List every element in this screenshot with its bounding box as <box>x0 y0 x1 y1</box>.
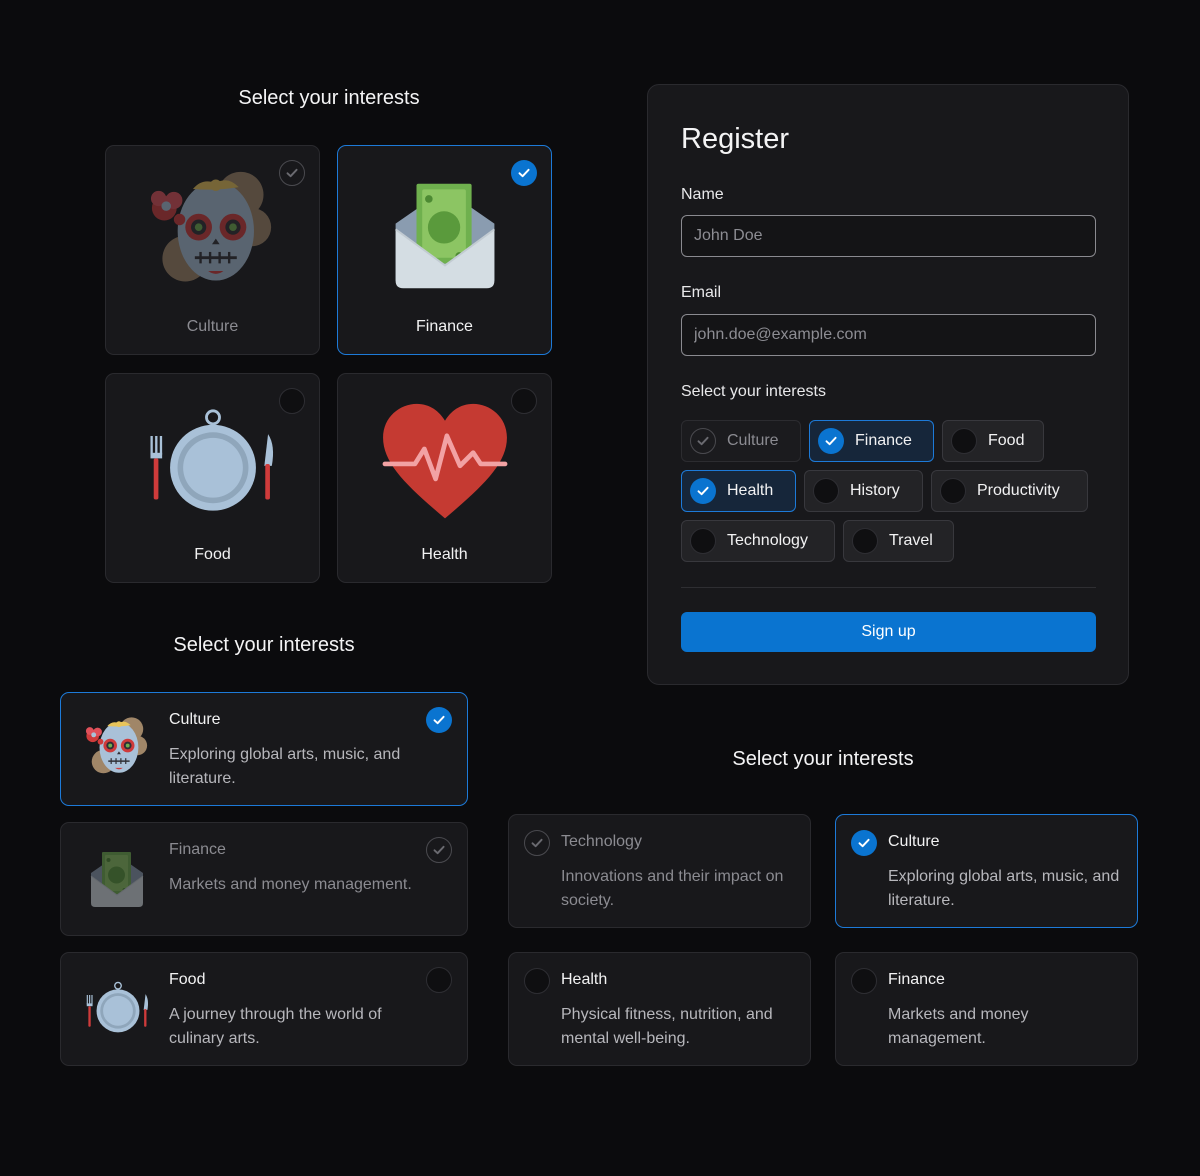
register-title: Register <box>681 123 789 155</box>
finance-check-icon <box>426 837 452 863</box>
chip-label: Finance <box>855 432 912 449</box>
card-title: Culture <box>888 833 940 850</box>
chip-label: Culture <box>727 432 779 449</box>
chip-food[interactable]: Food <box>942 420 1044 462</box>
chip-history[interactable]: History <box>804 470 923 512</box>
money-envelope-icon <box>338 178 551 292</box>
tile-label: Health <box>421 546 468 563</box>
card-title: Finance <box>888 971 945 988</box>
chip-label: Productivity <box>977 482 1060 499</box>
card-finance[interactable]: Finance Markets and money management. <box>835 952 1138 1066</box>
chip-technology[interactable]: Technology <box>681 520 835 562</box>
email-label: Email <box>681 284 722 301</box>
card-description: Exploring global arts, music, and litera… <box>888 868 1120 909</box>
tile-label: Culture <box>186 318 239 335</box>
tile-food[interactable]: Food <box>105 373 320 583</box>
money-envelope-icon <box>87 849 155 917</box>
section1-heading: Select your interests <box>238 87 420 109</box>
plate-cutlery-icon <box>83 981 151 1049</box>
chip-technology-check-icon <box>690 528 716 554</box>
name-label: Name <box>681 186 724 203</box>
list-card-culture[interactable]: Culture Exploring global arts, music, an… <box>60 692 468 806</box>
health-check-icon <box>511 388 537 414</box>
interests-label: Select your interests <box>681 383 826 400</box>
register-card: Register Name Email Select your interest… <box>647 84 1129 685</box>
chip-travel-check-icon <box>852 528 878 554</box>
culture-check-icon <box>426 707 452 733</box>
chip-finance[interactable]: Finance <box>809 420 934 462</box>
health-check-icon <box>524 968 550 994</box>
finance-check-icon <box>511 160 537 186</box>
chip-history-check-icon <box>813 478 839 504</box>
email-field[interactable] <box>681 314 1096 356</box>
card-technology[interactable]: Technology Innovations and their impact … <box>508 814 811 928</box>
section3-heading: Select your interests <box>732 748 914 770</box>
technology-check-icon <box>524 830 550 856</box>
heartbeat-icon <box>338 402 551 524</box>
card-description: Physical fitness, nutrition, and mental … <box>561 1006 773 1047</box>
tile-culture[interactable]: Culture <box>105 145 320 355</box>
chip-culture[interactable]: Culture <box>681 420 801 462</box>
card-description: Innovations and their impact on society. <box>561 868 784 909</box>
tile-label: Food <box>194 546 231 563</box>
sugar-skull-icon <box>106 168 319 292</box>
chip-label: Food <box>988 432 1025 449</box>
food-check-icon <box>426 967 452 993</box>
section2-heading: Select your interests <box>173 634 355 656</box>
tile-finance[interactable]: Finance <box>337 145 552 355</box>
sugar-skull-icon <box>83 715 151 783</box>
card-title: Health <box>561 971 608 988</box>
card-title: Culture <box>169 711 221 728</box>
chip-health[interactable]: Health <box>681 470 796 512</box>
sign-up-button[interactable]: Sign up <box>681 612 1096 652</box>
chip-travel[interactable]: Travel <box>843 520 954 562</box>
card-health[interactable]: Health Physical fitness, nutrition, and … <box>508 952 811 1066</box>
tile-health[interactable]: Health <box>337 373 552 583</box>
card-description: Markets and money management. <box>169 876 412 893</box>
chip-label: Travel <box>889 532 933 549</box>
chip-label: Health <box>727 482 774 499</box>
chip-food-check-icon <box>951 428 977 454</box>
card-title: Finance <box>169 841 226 858</box>
card-title: Technology <box>561 833 642 850</box>
card-description: A journey through the world of culinary … <box>169 1006 382 1047</box>
culture-check-icon <box>851 830 877 856</box>
plate-cutlery-icon <box>106 408 319 520</box>
chip-culture-check-icon <box>690 428 716 454</box>
card-description: Exploring global arts, music, and litera… <box>169 746 401 787</box>
chip-label: History <box>850 482 900 499</box>
culture-check-icon <box>279 160 305 186</box>
chip-finance-check-icon <box>818 428 844 454</box>
list-card-finance[interactable]: Finance Markets and money management. <box>60 822 468 936</box>
chip-productivity-check-icon <box>940 478 966 504</box>
finance-check-icon <box>851 968 877 994</box>
chip-label: Technology <box>727 532 808 549</box>
chip-health-check-icon <box>690 478 716 504</box>
card-title: Food <box>169 971 206 988</box>
food-check-icon <box>279 388 305 414</box>
card-culture[interactable]: Culture Exploring global arts, music, an… <box>835 814 1138 928</box>
card-description: Markets and money management. <box>888 1006 1029 1047</box>
name-field[interactable] <box>681 215 1096 257</box>
chip-productivity[interactable]: Productivity <box>931 470 1088 512</box>
tile-label: Finance <box>416 318 473 335</box>
divider <box>681 587 1096 588</box>
list-card-food[interactable]: Food A journey through the world of culi… <box>60 952 468 1066</box>
